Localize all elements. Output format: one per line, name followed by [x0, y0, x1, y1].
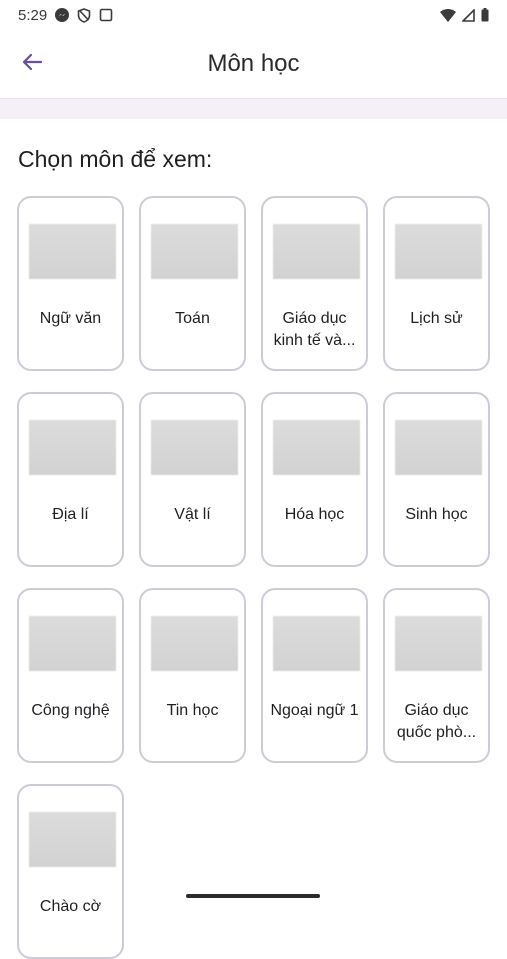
status-left: 5:29 — [18, 7, 113, 24]
subject-card-sinh-hoc[interactable]: Sinh học — [383, 392, 490, 567]
signal-icon — [462, 8, 475, 22]
subject-card-chao-co[interactable]: Chào cờ — [17, 784, 124, 959]
subject-thumbnail — [395, 616, 482, 671]
subject-thumbnail — [151, 224, 238, 279]
subject-thumbnail — [29, 812, 116, 867]
square-icon — [99, 8, 113, 22]
subject-label: Hóa học — [284, 506, 345, 523]
subject-card-giao-duc-quoc-phong[interactable]: Giáo dục quốc phò... — [383, 588, 490, 763]
shield-icon — [77, 7, 91, 23]
subject-grid: Ngữ văn Toán Giáo dục kinh tế và... Lịch… — [17, 196, 490, 959]
subject-card-cong-nghe[interactable]: Công nghệ — [17, 588, 124, 763]
subject-thumbnail — [395, 420, 482, 475]
back-button[interactable] — [16, 48, 48, 80]
messenger-icon — [55, 8, 70, 22]
subject-thumbnail — [395, 224, 482, 279]
subject-card-ngoai-ngu-1[interactable]: Ngoại ngữ 1 — [261, 588, 368, 763]
subject-label: Tin học — [166, 702, 219, 719]
subject-label: Công nghệ — [31, 702, 110, 719]
header-divider-strip — [0, 99, 507, 119]
subject-card-vat-li[interactable]: Vật lí — [139, 392, 246, 567]
home-indicator[interactable] — [186, 894, 320, 898]
subject-thumbnail — [29, 420, 116, 475]
section-title: Chọn môn để xem: — [18, 146, 213, 172]
subject-label: Vật lí — [174, 506, 211, 523]
page-title: Môn học — [207, 50, 300, 77]
subject-card-hoa-hoc[interactable]: Hóa học — [261, 392, 368, 567]
subject-thumbnail — [29, 616, 116, 671]
back-arrow-icon — [21, 51, 43, 78]
subject-thumbnail — [273, 224, 360, 279]
subject-label: Ngoại ngữ 1 — [270, 702, 359, 719]
subject-card-dia-li[interactable]: Địa lí — [17, 392, 124, 567]
subject-card-ngu-van[interactable]: Ngữ văn — [17, 196, 124, 371]
subject-thumbnail — [151, 616, 238, 671]
subject-card-toan[interactable]: Toán — [139, 196, 246, 371]
wifi-icon — [440, 8, 456, 22]
status-right — [440, 8, 489, 22]
subject-card-giao-duc-kinh-te[interactable]: Giáo dục kinh tế và... — [261, 196, 368, 371]
status-bar: 5:29 — [0, 0, 507, 30]
subject-card-lich-su[interactable]: Lịch sử — [383, 196, 490, 371]
subject-thumbnail — [273, 616, 360, 671]
subject-label: Địa lí — [52, 506, 89, 523]
subject-label: Ngữ văn — [39, 310, 102, 327]
subject-label: Giáo dục kinh tế và... — [273, 310, 356, 349]
subject-thumbnail — [151, 420, 238, 475]
subject-label: Lịch sử — [410, 310, 463, 327]
subject-label: Sinh học — [405, 506, 468, 523]
subject-label: Giáo dục quốc phò... — [396, 702, 477, 741]
status-time: 5:29 — [18, 6, 48, 24]
subject-thumbnail — [273, 420, 360, 475]
app-bar: Môn học — [0, 30, 507, 99]
subject-thumbnail — [29, 224, 116, 279]
battery-icon — [481, 8, 489, 22]
subject-label: Toán — [175, 310, 210, 327]
subject-label: Chào cờ — [39, 898, 102, 915]
subject-card-tin-hoc[interactable]: Tin học — [139, 588, 246, 763]
